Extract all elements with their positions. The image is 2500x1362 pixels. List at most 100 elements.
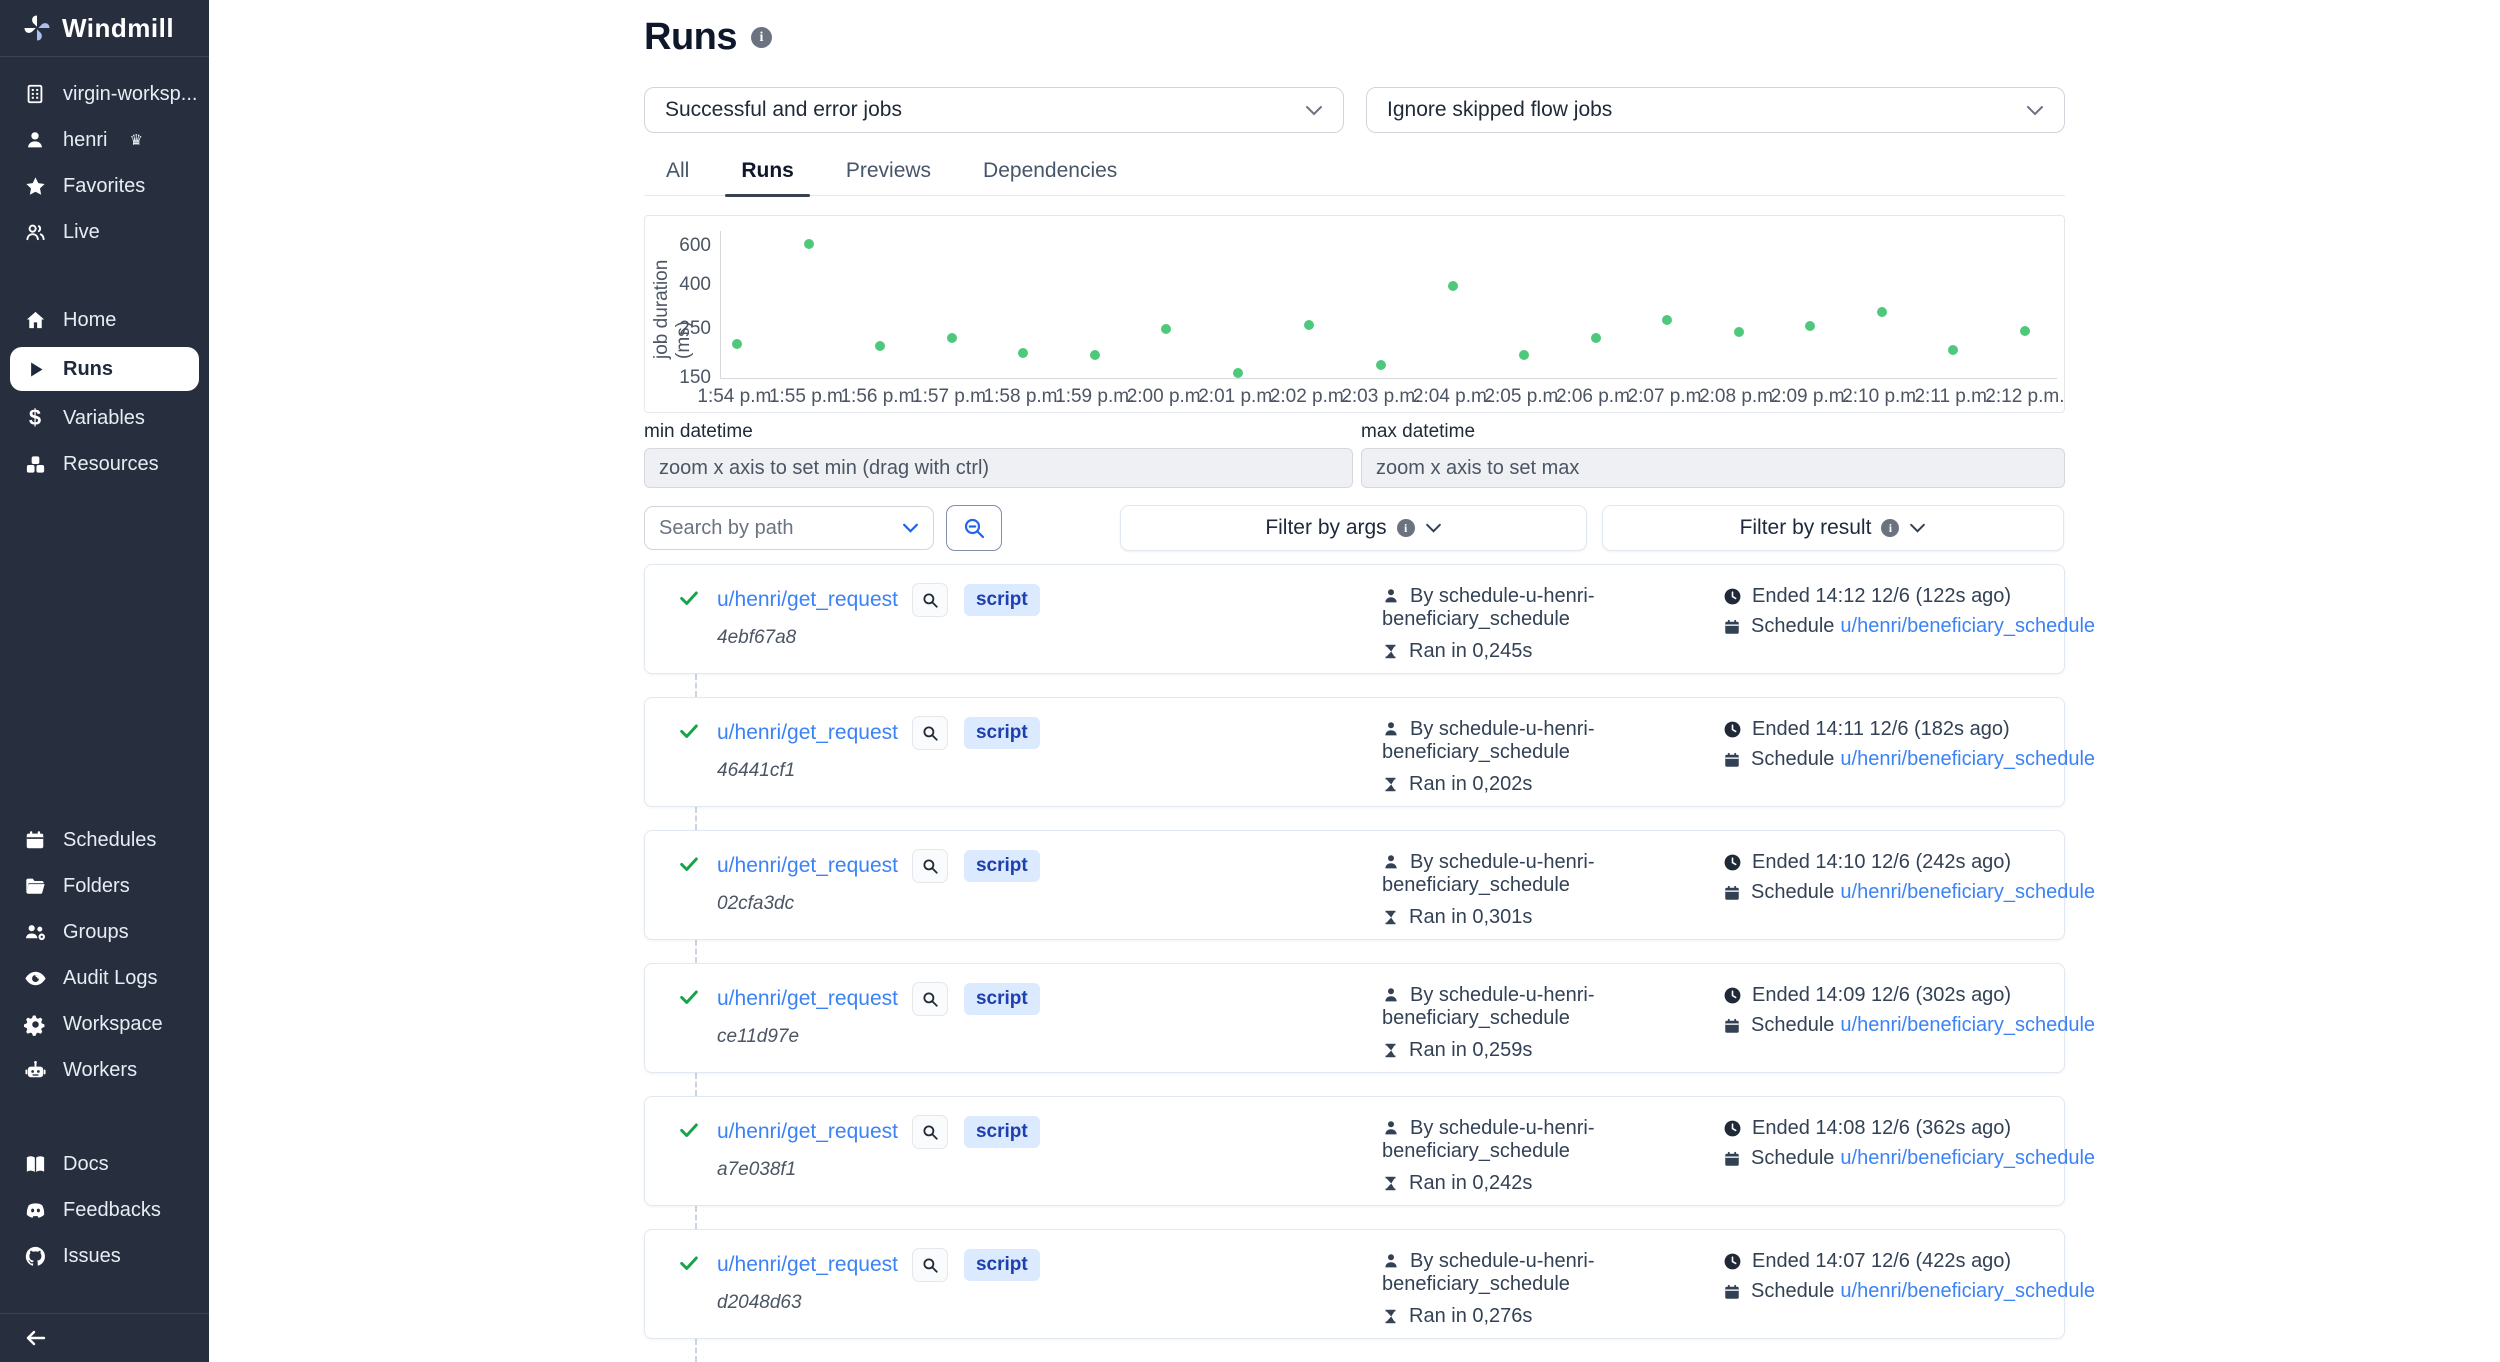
schedule-link[interactable]: u/henri/beneficiary_schedule <box>1840 1280 2095 1303</box>
run-card[interactable]: u/henri/get_request script d2048d63 By s… <box>644 1229 2065 1339</box>
info-icon[interactable]: i <box>751 27 772 48</box>
tab-runs[interactable]: Runs <box>737 153 798 195</box>
sidebar-item-user[interactable]: henri ♛ <box>0 117 209 163</box>
run-card[interactable]: u/henri/get_request script a7e038f1 By s… <box>644 1096 2065 1206</box>
sidebar-item-label: Runs <box>63 358 113 381</box>
chart-x-tick: 2:12 p.m. <box>1980 386 2065 408</box>
sidebar-item-workspace-settings[interactable]: Workspace <box>0 1001 209 1047</box>
max-datetime-label: max datetime <box>1361 421 2065 443</box>
sidebar-item-label: Schedules <box>63 829 156 852</box>
sidebar-item-label: Favorites <box>63 175 145 198</box>
sidebar-item-issues[interactable]: Issues <box>0 1233 209 1279</box>
zoom-out-button[interactable] <box>946 505 1002 551</box>
run-path-link[interactable]: u/henri/get_request <box>717 1120 898 1144</box>
min-datetime-input[interactable] <box>644 448 1353 488</box>
sidebar-item-folders[interactable]: Folders <box>0 863 209 909</box>
run-card[interactable]: u/henri/get_request script 46441cf1 By s… <box>644 697 2065 807</box>
run-schedule: Schedule u/henri/beneficiary_schedule <box>1723 1147 2095 1170</box>
hourglass-icon <box>1382 908 1399 927</box>
run-triggered-by: By schedule-u-henri-beneficiary_schedule <box>1382 1250 1692 1296</box>
clock-icon <box>1723 853 1742 872</box>
run-path-link[interactable]: u/henri/get_request <box>717 721 898 745</box>
app-window: Windmill virgin-worksp... henri ♛ F <box>0 0 2500 1362</box>
run-kind-badge: script <box>964 1249 1040 1281</box>
chart-point <box>1877 307 1887 317</box>
success-check-icon <box>678 1119 700 1141</box>
run-inspect-button[interactable] <box>912 583 948 617</box>
run-inspect-button[interactable] <box>912 1115 948 1149</box>
clock-icon <box>1723 720 1742 739</box>
schedule-link[interactable]: u/henri/beneficiary_schedule <box>1840 748 2095 771</box>
run-card[interactable]: u/henri/get_request script 4ebf67a8 By s… <box>644 564 2065 674</box>
sidebar-item-audit-logs[interactable]: Audit Logs <box>0 955 209 1001</box>
sidebar-item-workers[interactable]: Workers <box>0 1047 209 1093</box>
dollar-icon: $ <box>22 405 48 431</box>
chart-point <box>1448 281 1458 291</box>
magnifier-icon <box>921 857 939 875</box>
sidebar-item-runs[interactable]: Runs <box>10 347 199 391</box>
run-card[interactable]: u/henri/get_request script 02cfa3dc By s… <box>644 830 2065 940</box>
job-filter-select[interactable]: Successful and error jobs <box>644 87 1344 133</box>
schedule-link[interactable]: u/henri/beneficiary_schedule <box>1840 1014 2095 1037</box>
run-duration: Ran in 0,242s <box>1382 1172 1692 1195</box>
chevron-down-icon <box>1305 105 1323 116</box>
tab-all[interactable]: All <box>662 153 693 195</box>
sidebar-item-groups[interactable]: Groups <box>0 909 209 955</box>
run-path-link[interactable]: u/henri/get_request <box>717 1253 898 1277</box>
run-path-link[interactable]: u/henri/get_request <box>717 987 898 1011</box>
tab-dependencies[interactable]: Dependencies <box>979 153 1121 195</box>
chart-y-tick: 400 <box>659 274 711 296</box>
sidebar-item-favorites[interactable]: Favorites <box>0 163 209 209</box>
sidebar-item-resources[interactable]: Resources <box>0 441 209 487</box>
play-icon <box>22 359 48 380</box>
run-path-link[interactable]: u/henri/get_request <box>717 854 898 878</box>
run-inspect-button[interactable] <box>912 716 948 750</box>
run-inspect-button[interactable] <box>912 982 948 1016</box>
run-inspect-button[interactable] <box>912 1248 948 1282</box>
main-panel: Runs i Successful and error jobs Ignore … <box>209 0 2500 1362</box>
tab-previews[interactable]: Previews <box>842 153 935 195</box>
schedule-link[interactable]: u/henri/beneficiary_schedule <box>1840 1147 2095 1170</box>
chart-point <box>1734 327 1744 337</box>
filter-by-args-button[interactable]: Filter by args i <box>1120 505 1587 551</box>
chart-point <box>1304 320 1314 330</box>
user-name: henri <box>63 129 107 152</box>
schedule-link[interactable]: u/henri/beneficiary_schedule <box>1840 615 2095 638</box>
sidebar-item-home[interactable]: Home <box>0 297 209 343</box>
clock-icon <box>1723 1119 1742 1138</box>
hourglass-icon <box>1382 775 1399 794</box>
filter-by-result-button[interactable]: Filter by result i <box>1602 505 2064 551</box>
run-schedule: Schedule u/henri/beneficiary_schedule <box>1723 881 2095 904</box>
chart-plot[interactable]: 1502504006001:54 p.m.1:55 p.m.1:56 p.m.1… <box>645 216 2064 412</box>
schedule-calendar-icon <box>1723 1017 1741 1035</box>
chart-point <box>1233 368 1243 378</box>
chart-point <box>947 333 957 343</box>
success-check-icon <box>678 720 700 742</box>
search-by-path-select[interactable]: Search by path <box>644 506 934 550</box>
run-card[interactable]: u/henri/get_request script ce11d97e By s… <box>644 963 2065 1073</box>
schedule-link[interactable]: u/henri/beneficiary_schedule <box>1840 881 2095 904</box>
run-path-link[interactable]: u/henri/get_request <box>717 588 898 612</box>
brand[interactable]: Windmill <box>0 0 209 57</box>
sidebar-item-docs[interactable]: Docs <box>0 1141 209 1187</box>
run-triggered-by: By schedule-u-henri-beneficiary_schedule <box>1382 585 1692 631</box>
sidebar-item-schedules[interactable]: Schedules <box>0 817 209 863</box>
sidebar-item-variables[interactable]: $ Variables <box>0 395 209 441</box>
sidebar-item-label: Live <box>63 221 100 244</box>
crown-icon: ♛ <box>129 131 142 149</box>
sidebar-item-workspace[interactable]: virgin-worksp... <box>0 71 209 117</box>
skip-filter-select[interactable]: Ignore skipped flow jobs <box>1366 87 2065 133</box>
hourglass-icon <box>1382 642 1399 661</box>
sidebar-item-live[interactable]: Live <box>0 209 209 255</box>
hourglass-icon <box>1382 1041 1399 1060</box>
hourglass-icon <box>1382 1307 1399 1326</box>
run-triggered-by: By schedule-u-henri-beneficiary_schedule <box>1382 984 1692 1030</box>
collapse-sidebar-button[interactable] <box>0 1314 209 1362</box>
chart-point <box>804 239 814 249</box>
discord-icon <box>22 1199 48 1222</box>
max-datetime-input[interactable] <box>1361 448 2065 488</box>
run-inspect-button[interactable] <box>912 849 948 883</box>
folder-icon <box>22 875 48 897</box>
run-ended: Ended 14:07 12/6 (422s ago) <box>1723 1250 2095 1273</box>
sidebar-item-feedbacks[interactable]: Feedbacks <box>0 1187 209 1233</box>
